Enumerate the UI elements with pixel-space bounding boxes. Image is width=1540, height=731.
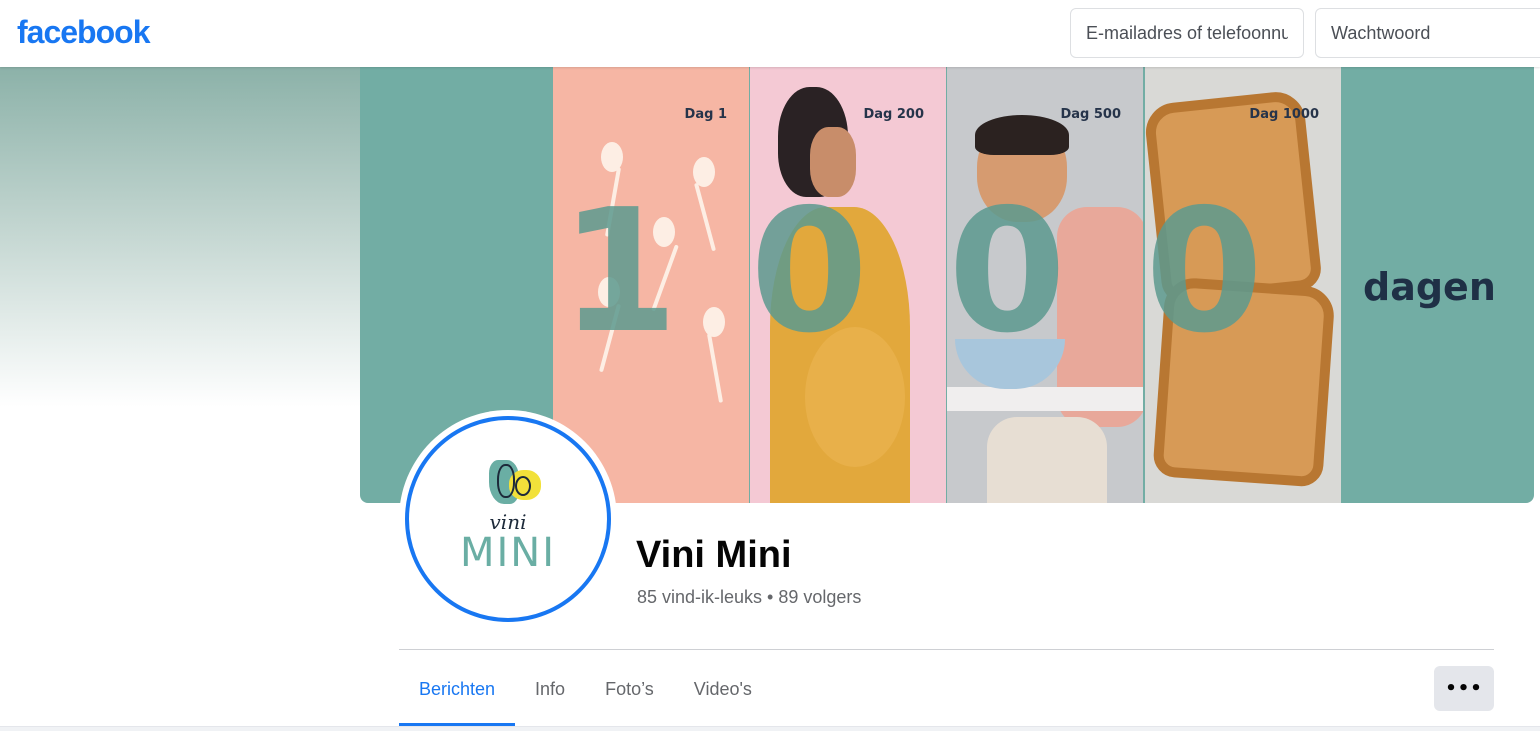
password-input[interactable] [1315, 8, 1540, 58]
cover-day-label: Dag 1 [684, 107, 727, 122]
email-or-phone-input[interactable] [1070, 8, 1304, 58]
cover-day-label: Dag 200 [863, 107, 924, 122]
baby-hair-shape [975, 115, 1069, 155]
sperm-tail-shape [706, 333, 724, 403]
logo-brand-bottom: MINI [459, 530, 557, 576]
more-icon: ••• [1445, 678, 1483, 699]
cover-caption: dagen [1363, 265, 1496, 309]
tab-videos[interactable]: Video's [674, 652, 772, 726]
sperm-shape [703, 307, 725, 337]
cover-digit: 1 [560, 173, 679, 371]
tab-info[interactable]: Info [515, 652, 585, 726]
page-stats[interactable]: 85 vind-ik-leuks • 89 volgers [637, 587, 861, 608]
more-options-button[interactable]: ••• [1434, 666, 1494, 711]
background-gradient [0, 67, 360, 407]
cover-digit: 0 [750, 173, 869, 371]
tab-fotos[interactable]: Foto’s [585, 652, 674, 726]
top-navigation-bar: facebook [0, 0, 1540, 67]
baby-body-shape [987, 417, 1107, 503]
logo-face-shape [515, 476, 531, 496]
divider [399, 649, 1494, 650]
profile-picture[interactable]: vini MINI [399, 410, 617, 628]
tray-shape [947, 387, 1143, 411]
cover-digit: 0 [1145, 173, 1264, 371]
cover-day-label: Dag 1000 [1249, 107, 1319, 122]
feed-background [0, 726, 1540, 731]
page-tabs: Berichten Info Foto’s Video's [399, 652, 772, 726]
profile-picture-ring: vini MINI [405, 416, 611, 622]
tab-berichten[interactable]: Berichten [399, 652, 516, 726]
page-title[interactable]: Vini Mini [636, 534, 792, 577]
cover-day-label: Dag 500 [1060, 107, 1121, 122]
logo-face-shape [497, 464, 515, 498]
cover-digit: 0 [948, 173, 1067, 371]
sperm-tail-shape [694, 182, 716, 252]
facebook-logo[interactable]: facebook [17, 14, 150, 51]
